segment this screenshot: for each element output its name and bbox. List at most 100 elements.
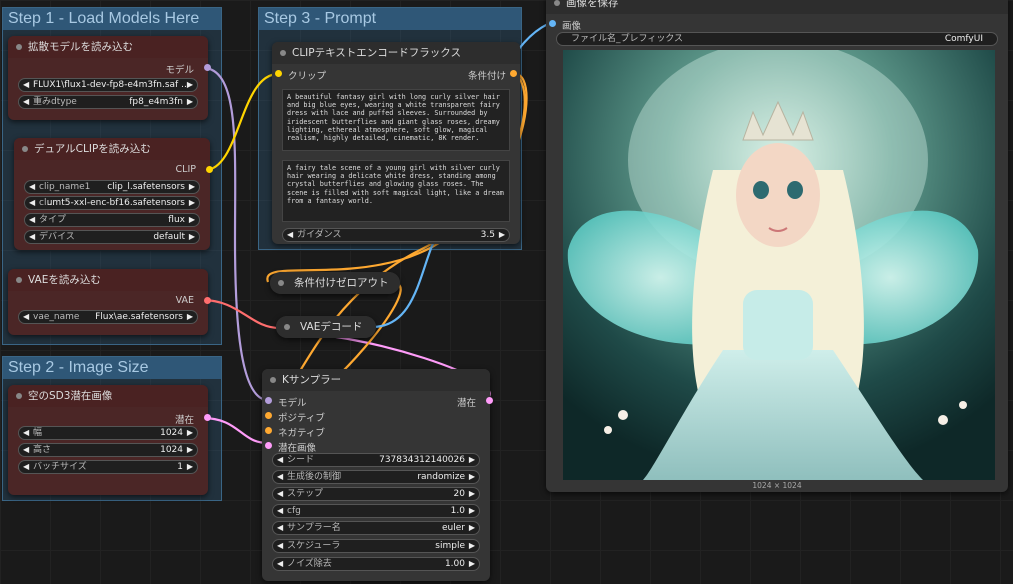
batch-size-stepper[interactable]: ◀ バッチサイズ 1 ▶ [18,460,198,474]
node-vae-loader[interactable]: VAEを読み込む VAE ◀ vae_name Flux\ae.safetenso… [8,269,211,335]
height-stepper[interactable]: ◀ 高さ 1024 ▶ [18,443,198,457]
cfg-stepper[interactable]: ◀ cfg 1.0 ▶ [272,504,480,518]
device-combo[interactable]: ◀ デバイス default ▶ [24,230,200,244]
input-label: ネガティブ [278,428,325,439]
output-clip-label: CLIP [175,164,196,175]
output-cond-socket[interactable] [510,70,517,77]
wire-vae [201,298,281,330]
weight-dtype-combo[interactable]: ◀ 重みdtype fp8_e4m3fn ▶ [18,95,198,109]
width-stepper[interactable]: ◀ 幅 1024 ▶ [18,426,198,440]
output-model-label: モデル [165,65,194,76]
widget-value: simple [435,541,465,551]
node-title: Kサンプラー [262,369,490,391]
fairy-image-art [563,50,995,480]
output-clip-socket[interactable] [206,166,213,173]
unet-name-combo[interactable]: ◀ FLUX1\flux1-dev-fp8-e4m3fn.saf ... ▶ [18,78,198,92]
steps-stepper[interactable]: ◀ ステップ 20 ▶ [272,487,480,501]
arrow-left-icon[interactable]: ◀ [23,96,29,108]
widget-value: 737834312140026 [379,455,465,465]
widget-value: euler [442,523,465,533]
input-clip-socket[interactable] [275,70,282,77]
widget-value: Flux\ae.safetensors [95,312,183,322]
widget-value: umt5-xxl-enc-bf16.safetensors [46,198,185,208]
clip-name1-combo[interactable]: ◀ clip_name1 clip_l.safetensors ▶ [24,180,200,194]
output-vae-socket[interactable] [204,297,211,304]
node-ksampler[interactable]: Kサンプラー モデル ポジティブ ネガティブ 潜在画像 潜在 ◀ シード 73783… [262,369,493,581]
guidance-stepper[interactable]: ◀ ガイダンス 3.5 ▶ [282,228,510,242]
output-latent-socket[interactable] [204,414,211,421]
node-title: VAEデコード [276,316,376,338]
control-after-generate-combo[interactable]: ◀ 生成後の制御 randomize ▶ [272,470,480,484]
input-positive-socket[interactable] [265,412,272,419]
node-title: CLIPテキストエンコードフラックス [272,42,520,64]
arrow-right-icon[interactable]: ▶ [187,79,193,91]
widget-value: ComfyUI [944,34,983,44]
input-model-socket[interactable] [265,397,272,404]
node-title: 拡散モデルを読み込む [8,36,208,58]
node-vae-decode[interactable]: VAEデコード [276,316,376,338]
widget-label: スケジューラ [287,541,341,551]
widget-label: シード [287,455,315,465]
arrow-left-icon[interactable]: ◀ [23,79,29,91]
widget-label: clip_name1 [39,182,91,192]
wire-clip [204,72,279,172]
node-diffusion-loader[interactable]: 拡散モデルを読み込む モデル ◀ FLUX1\flux1-dev-fp8-e4m… [8,36,211,120]
seed-stepper[interactable]: ◀ シード 737834312140026 ▶ [272,453,480,467]
widget-value: default [153,232,185,242]
widget-value: flux [168,215,185,225]
widget-label: 高さ [33,445,52,455]
denoise-stepper[interactable]: ◀ ノイズ除去 1.00 ▶ [272,557,480,571]
widget-label: 重みdtype [33,97,77,107]
widget-value: 1024 [160,445,183,455]
widget-value: 1024 [160,428,183,438]
output-latent-socket[interactable] [486,397,493,404]
widget-label: 生成後の制御 [287,472,342,482]
widget-value: 20 [453,489,465,499]
output-cond-label: 条件付け [467,71,506,82]
output-model-socket[interactable] [204,64,211,71]
sampler-name-combo[interactable]: ◀ サンプラー名 euler ▶ [272,521,480,535]
arrow-right-icon[interactable]: ▶ [187,96,193,108]
widget-value: randomize [417,472,465,482]
widget-label: デバイス [39,232,75,242]
widget-value: 3.5 [480,230,495,240]
input-image-label: 画像 [562,21,582,32]
input-label: 潜在画像 [278,443,317,454]
t5xxl-textarea[interactable]: A fairy tale scene of a young girl with … [282,160,510,222]
generated-image-preview [563,50,995,480]
clip-l-textarea[interactable]: A beautiful fantasy girl with long curly… [282,89,510,151]
widget-label: ファイル名_プレフィックス [571,34,684,44]
widget-value: clip_l.safetensors [107,182,185,192]
widget-label: 幅 [33,428,43,438]
node-empty-latent[interactable]: 空のSD3潜在画像 潜在 ◀ 幅 1024 ▶ ◀ 高さ 1024 ▶ ◀ バッチサイズ … [8,385,211,495]
widget-label: ステップ [287,489,324,499]
widget-value: 1 [177,462,183,472]
unet-name-value: FLUX1\flux1-dev-fp8-e4m3fn.saf ... [33,80,190,90]
clip-name2-combo[interactable]: ◀ cl... umt5-xxl-enc-bf16.safetensors ▶ [24,196,200,210]
output-latent-label: 潜在 [174,415,194,426]
widget-label: ノイズ除去 [287,559,332,569]
wire-model [202,66,269,402]
input-clip-label: クリップ [288,71,327,82]
input-negative-socket[interactable] [265,427,272,434]
node-title: 空のSD3潜在画像 [8,385,208,407]
type-combo[interactable]: ◀ タイプ flux ▶ [24,213,200,227]
widget-value: 1.00 [444,559,465,569]
vae-name-combo[interactable]: ◀ vae_name Flux\ae.safetensors ▶ [18,310,198,324]
node-title: デュアルCLIPを読み込む [14,138,210,160]
widget-label: バッチサイズ [33,462,87,472]
widget-label: vae_name [33,312,80,322]
input-image-socket[interactable] [549,20,556,27]
filename-prefix-input[interactable]: ファイル名_プレフィックス ComfyUI [556,32,998,46]
node-title: 画像を保存 [546,0,1008,14]
wire-latent [201,416,269,445]
node-title: VAEを読み込む [8,269,208,291]
widget-label: サンプラー名 [287,523,341,533]
output-vae-label: VAE [175,295,194,306]
node-dual-clip-loader[interactable]: デュアルCLIPを読み込む CLIP ◀ clip_name1 clip_l.sa… [14,138,213,250]
scheduler-combo[interactable]: ◀ スケジューラ simple ▶ [272,539,480,553]
widget-label: タイプ [39,215,67,225]
node-conditioning-zero-out[interactable]: 条件付けゼロアウト [270,272,400,294]
input-latent-socket[interactable] [265,442,272,449]
node-clip-text-encode[interactable]: CLIPテキストエンコードフラックス クリップ 条件付け A beautiful… [272,42,520,244]
